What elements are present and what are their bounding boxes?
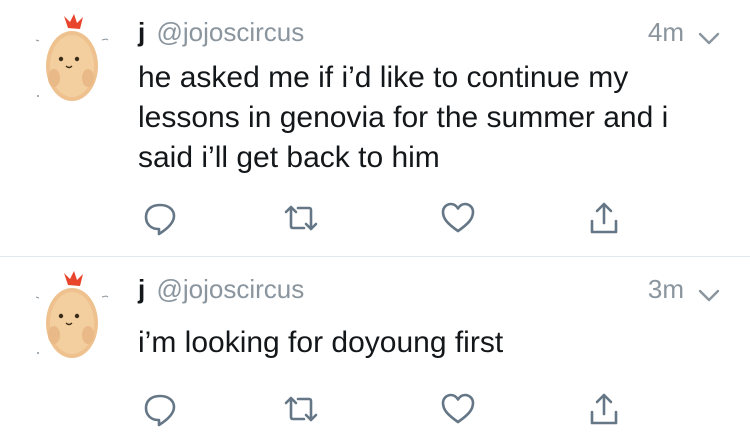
reply-button[interactable]: [138, 387, 182, 431]
reply-icon: [144, 394, 176, 427]
timestamp: 3m: [647, 274, 684, 304]
tweet-text: he asked me if i’d like to continue my l…: [138, 61, 677, 174]
reply-icon: [144, 203, 176, 236]
avatar[interactable]: [30, 271, 114, 363]
display-name[interactable]: j: [138, 274, 145, 304]
avatar[interactable]: [30, 14, 114, 106]
shrimp-plush-avatar-icon: [35, 271, 109, 358]
like-button[interactable]: [436, 387, 480, 431]
tweet-header: j @jojoscircus 4m: [138, 14, 722, 50]
share-icon: [590, 393, 618, 425]
tweet-header: j @jojoscircus 3m: [138, 271, 722, 307]
tweet-actions: [138, 387, 628, 431]
retweet-button[interactable]: [279, 387, 323, 431]
reply-button[interactable]: [138, 196, 182, 240]
share-button[interactable]: [582, 387, 626, 431]
shrimp-plush-avatar-icon: [35, 14, 109, 101]
username-handle[interactable]: @jojoscircus: [156, 274, 304, 304]
like-button[interactable]: [436, 196, 480, 240]
retweet-button[interactable]: [279, 196, 323, 240]
tweet[interactable]: j @jojoscircus 4m he asked me if i’d lik…: [0, 0, 750, 256]
tweet-actions: [138, 196, 628, 240]
heart-icon: [441, 202, 475, 233]
display-name[interactable]: j: [138, 17, 145, 47]
retweet-icon: [284, 205, 318, 231]
timestamp: 4m: [647, 17, 684, 47]
retweet-icon: [284, 396, 318, 422]
share-button[interactable]: [582, 196, 626, 240]
username-handle[interactable]: @jojoscircus: [156, 17, 304, 47]
tweet-text: i’m looking for doyoung first: [138, 326, 504, 359]
heart-icon: [441, 393, 475, 424]
tweet[interactable]: j @jojoscircus 3m i’m looking for doyoun…: [0, 257, 750, 434]
chevron-down-icon[interactable]: [696, 22, 722, 45]
share-icon: [590, 202, 618, 234]
chevron-down-icon[interactable]: [696, 279, 722, 302]
